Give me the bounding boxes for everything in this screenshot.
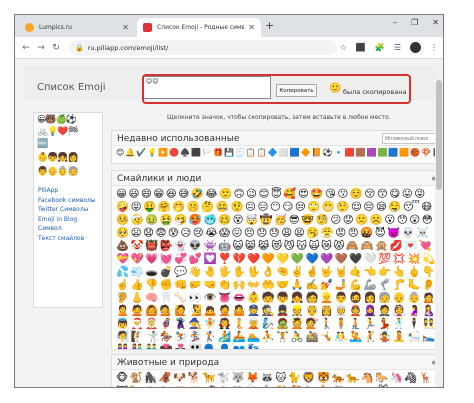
section-title: Недавно использованные	[117, 134, 240, 144]
window-controls: – ❐ ✕	[393, 18, 439, 27]
page-header: Список Emoji 😊😊 Копировать 🙂 была скопир…	[23, 66, 435, 104]
instructions-text: Щелкните значок, чтобы скопировать, зате…	[167, 114, 391, 121]
profile-avatar[interactable]	[410, 42, 421, 53]
sidebar-link[interactable]: Символ	[38, 225, 100, 233]
lock-icon: 🔒	[75, 43, 84, 52]
restore-button[interactable]: ❐	[411, 18, 418, 27]
animals-section: Животные и природа ≡ 🐵🐒🦍🦧🐶🐕🦮🐩🐺🦊🦝🐱🐈🦁🐯🐅🐆🐴🐎…	[111, 354, 443, 387]
new-tab-button[interactable]: +	[265, 19, 274, 32]
toolbar-icons: ☆ ⬛ 🧩 ☰ ⋮	[340, 42, 438, 53]
sidebar-link[interactable]: Twitter Символы	[38, 206, 100, 214]
section-header: Смайлики и люди ≡	[112, 171, 443, 186]
animals-emoji-grid[interactable]: 🐵🐒🦍🦧🐶🐕🦮🐩🐺🦊🦝🐱🐈🦁🐯🐅🐆🐴🐎🦄🦓🦌🐮🐂🐃🐄🐷🐖🐗🐽🐏🐑🐐🐪🐫🦙🦒🐘🦏🦛…	[112, 370, 443, 387]
address-text: ru.piliapp.com/emoji/list/	[87, 43, 169, 52]
sidebar-links: PiliApp Facebook символы Twitter Символы…	[38, 187, 100, 244]
skin-tone-row[interactable]: 👶👦👧👩	[37, 153, 79, 163]
tab-emoji-list[interactable]: Список Emoji - Родные символы ... ✕	[137, 18, 261, 37]
sidebar-link[interactable]: PiliApp	[38, 187, 100, 195]
section-title: Смайлики и люди	[117, 174, 202, 184]
page-content: Список Emoji 😊😊 Копировать 🙂 была скопир…	[15, 60, 443, 387]
address-bar[interactable]: 🔒 ru.piliapp.com/emoji/list/	[69, 40, 337, 55]
recent-emoji-list[interactable]: 😊🔔✔️💡▶️🔴♠️⬛🏳️🎁💾🧾📋📋🔷⬜🟦🔶📙⚽🔹🟥🟫🟪🟩🟦🟧🏀🍄📓🗒️🔘⭕🟨🟠…	[112, 146, 443, 159]
smileys-section: Смайлики и люди ≡ 😀😃😄😁😆😅🤣😂🙂🙃😉😊😇🥰😍🤩😘😗☺️😚😙…	[111, 170, 443, 350]
minimize-button[interactable]: –	[393, 18, 397, 27]
skin-tone-row[interactable]: 👨👴👵🧓	[37, 167, 79, 177]
instant-search-input[interactable]	[382, 133, 440, 144]
back-icon[interactable]: ←	[20, 43, 32, 53]
copied-status: была скопирована	[343, 88, 407, 96]
lumpics-favicon-icon	[25, 23, 34, 32]
tab-lumpics[interactable]: Lumpics.ru ✕	[19, 18, 135, 37]
browser-toolbar: ← → ↻ 🔒 ru.piliapp.com/emoji/list/ ☆ ⬛ 🧩…	[15, 37, 443, 59]
tab-bar: Lumpics.ru ✕ Список Emoji - Родные симво…	[15, 15, 443, 37]
tab-label: Lumpics.ru	[39, 24, 72, 31]
close-tab-icon[interactable]: ✕	[122, 23, 129, 32]
close-tab-icon[interactable]: ✕	[248, 23, 255, 32]
scrollbar-thumb[interactable]	[436, 80, 442, 190]
browser-window: Lumpics.ru ✕ Список Emoji - Родные симво…	[14, 14, 444, 388]
category-row[interactable]: 🚲💡❤️🏁	[37, 127, 79, 137]
sidebar-link[interactable]: Emoji in Blog	[38, 216, 100, 224]
sidebar-link[interactable]: Текст смайлов	[38, 235, 100, 243]
page-scrollbar[interactable]	[435, 60, 443, 387]
tab-label: Список Emoji - Родные символы ...	[157, 24, 244, 31]
close-window-button[interactable]: ✕	[432, 18, 439, 27]
section-header: Недавно использованные	[112, 131, 443, 146]
section-header: Животные и природа ≡	[112, 355, 443, 370]
piliapp-favicon-icon	[143, 23, 152, 32]
reading-list-icon[interactable]: ☰	[394, 43, 401, 52]
extension-icon[interactable]: ⬛	[356, 43, 366, 52]
section-title: Животные и природа	[117, 358, 220, 368]
kebab-menu-icon[interactable]: ⋮	[430, 43, 438, 52]
forward-icon[interactable]: →	[35, 43, 47, 53]
category-row[interactable]: 🔤	[37, 139, 48, 149]
puzzle-icon[interactable]: 🧩	[375, 43, 385, 52]
recent-section: Недавно использованные 😊🔔✔️💡▶️🔴♠️⬛🏳️🎁💾🧾📋…	[111, 130, 443, 164]
reload-icon[interactable]: ↻	[50, 43, 62, 53]
copied-emoji-icon: 🙂	[329, 83, 342, 94]
category-row[interactable]: 😀🐻🍏⚽	[37, 115, 77, 125]
copy-textarea[interactable]: 😊😊	[143, 76, 271, 99]
category-sidebar: 😀🐻🍏⚽ 🚲💡❤️🏁 🔤 👶👦👧👩 👨👴👵🧓 PiliApp Facebook …	[33, 112, 103, 308]
copy-button[interactable]: Копировать	[276, 84, 317, 97]
bookmark-star-icon[interactable]: ☆	[340, 43, 347, 52]
sidebar-link[interactable]: Facebook символы	[38, 197, 100, 205]
page-title: Список Emoji	[37, 82, 106, 93]
smileys-emoji-grid[interactable]: 😀😃😄😁😆😅🤣😂🙂🙃😉😊😇🥰😍🤩😘😗☺️😚😙😋😛😜🤪😝🤑🤗🤭🤫🤔🤐🤨😐😑😶😏😒🙄…	[112, 186, 443, 349]
